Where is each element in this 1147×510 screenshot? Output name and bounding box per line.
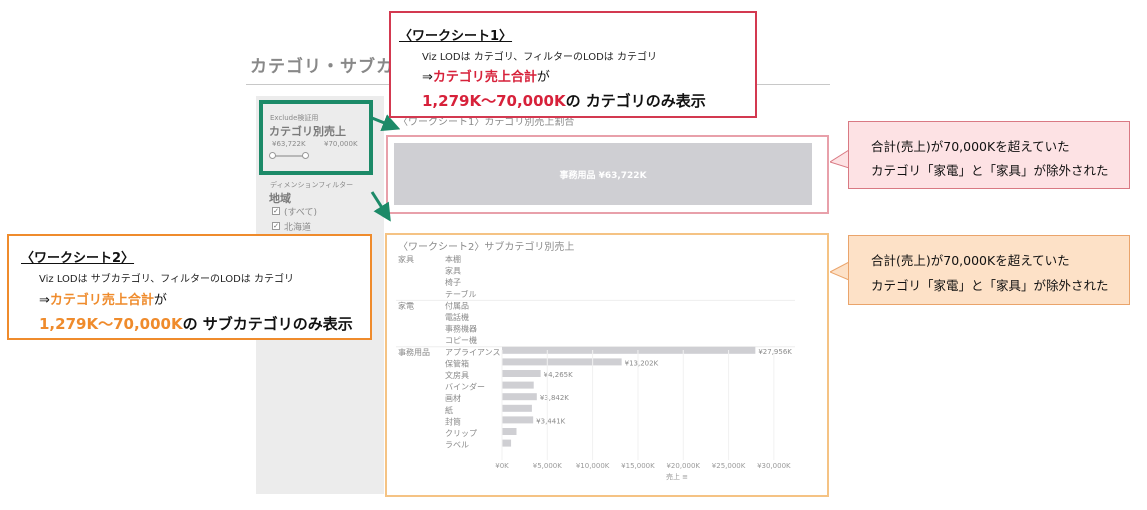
bar (502, 381, 534, 389)
callout2-lod-line: Viz LODは サブカテゴリ、フィルターのLODは カテゴリ (39, 274, 294, 285)
subcategory-label: バインダー (445, 382, 485, 392)
x-tick-label: ¥5,000K (533, 462, 562, 470)
callout2-title: 〈ワークシート2〉 (21, 251, 135, 266)
subcategory-label: 紙 (445, 405, 453, 415)
note1-line2: カテゴリ「家電」と「家具」が除外された (871, 163, 1109, 178)
subcategory-label: コピー機 (445, 335, 477, 345)
connector-arrows (370, 114, 400, 222)
subcategory-label: 事務機器 (445, 324, 477, 334)
dashboard-title: カテゴリ・サブカ (250, 57, 394, 77)
note-excluded-ws1: 合計(売上)が70,000Kを超えていた カテゴリ「家電」と「家具」が除外された (848, 121, 1130, 189)
bar (502, 439, 512, 447)
x-tick-label: ¥0K (495, 462, 509, 470)
callout-worksheet1: 〈ワークシート1〉 Viz LODは カテゴリ、フィルターのLODは カテゴリ … (389, 11, 757, 118)
callout1-range: 1,279K～70,000K (422, 92, 566, 110)
callout1-title: 〈ワークシート1〉 (399, 29, 513, 44)
bar-value-label: ¥3,441K (536, 417, 565, 425)
subcategory-label: テーブル (445, 289, 477, 299)
arrow-glyph: ⇒ (39, 293, 50, 308)
note2-pointer (830, 262, 850, 281)
subcategory-label: 椅子 (445, 277, 461, 287)
callout1-highlight: カテゴリ売上合計 (432, 70, 537, 85)
subcategory-label: 文房具 (445, 370, 469, 380)
checkbox-all-label: (すべて) (284, 208, 318, 218)
bar-value-label: ¥27,956K (758, 348, 792, 356)
subcategory-label: 電話機 (445, 312, 469, 322)
callout-worksheet2: 〈ワークシート2〉 Viz LODは サブカテゴリ、フィルターのLODは カテゴ… (7, 234, 372, 340)
bar (502, 393, 537, 401)
dimension-filter-caption: ディメンションフィルター (270, 181, 354, 189)
subcategory-label: ラベル (445, 441, 469, 450)
x-tick-label: ¥15,000K (621, 462, 655, 470)
bar (502, 428, 517, 435)
arrow-glyph: ⇒ (422, 70, 433, 85)
x-tick-label: ¥10,000K (576, 462, 610, 470)
callout1-result-line: ⇒カテゴリ売上合計が (422, 66, 550, 85)
checkbox-hokkaido-label: 北海道 (284, 223, 312, 233)
bar (502, 416, 534, 424)
category-label: 事務用品 (398, 347, 430, 357)
note-excluded-ws2: 合計(売上)が70,000Kを超えていた カテゴリ「家電」と「家具」が除外された (848, 235, 1130, 305)
bar-value-label: ¥4,265K (544, 371, 573, 379)
callout1-suffix: が (536, 70, 550, 85)
note2-line1: 合計(売上)が70,000Kを超えていた (871, 253, 1070, 268)
note2-line2: カテゴリ「家電」と「家具」が除外された (871, 278, 1109, 293)
note1-pointer (830, 150, 850, 169)
bar (502, 404, 532, 412)
x-tick-label: ¥30,000K (757, 462, 791, 470)
callout2-result-line: ⇒カテゴリ売上合計が (39, 289, 167, 308)
callout1-range-suffix: の カテゴリのみ表示 (565, 92, 706, 110)
checkbox-all[interactable]: ✓ (272, 207, 280, 215)
callout2-range-suffix: の サブカテゴリのみ表示 (182, 315, 353, 333)
x-axis-label: 売上 ≡ (666, 472, 688, 481)
callout2-suffix: が (153, 293, 167, 308)
checkbox-hokkaido[interactable]: ✓ (272, 222, 280, 230)
subcategory-label: 封筒 (445, 416, 461, 426)
callout1-range-line: 1,279K～70,000Kの カテゴリのみ表示 (422, 90, 706, 111)
bar (502, 370, 541, 377)
callout2-range: 1,279K～70,000K (39, 315, 183, 333)
subcategory-label: アプライアンス (445, 348, 501, 357)
arrow-to-ws2 (370, 191, 391, 222)
filter-highlight-frame (259, 100, 373, 175)
subcategory-label: 家具 (445, 266, 461, 276)
callout1-lod-line: Viz LODは カテゴリ、フィルターのLODは カテゴリ (422, 52, 657, 63)
dimension-filter-title: 地域 (269, 192, 291, 205)
subcategory-label: 本棚 (445, 254, 461, 264)
arrow-to-ws1 (371, 114, 400, 132)
subcategory-label: 画材 (445, 393, 461, 403)
note1-line1: 合計(売上)が70,000Kを超えていた (871, 139, 1070, 154)
bar (502, 358, 622, 366)
subcategory-label: クリップ (445, 429, 477, 438)
bar-value-label: ¥3,842K (540, 394, 569, 402)
x-tick-label: ¥25,000K (712, 462, 746, 470)
category-label: 家電 (398, 300, 414, 310)
category-label: 家具 (398, 254, 414, 264)
bar (502, 346, 756, 354)
callout2-range-line: 1,279K～70,000Kの サブカテゴリのみ表示 (39, 313, 353, 334)
ws2-bar-chart: 家具 本棚家具椅子テーブル家電 付属品電話機事務機器コピー機事務用品 アプライアンス ¥… (396, 254, 795, 481)
subcategory-label: 保管箱 (445, 358, 469, 368)
subcategory-label: 付属品 (445, 300, 469, 310)
bar-value-label: ¥13,202K (625, 359, 659, 367)
callout2-highlight: カテゴリ売上合計 (49, 293, 154, 308)
ws1-bar-label: 事務用品 ¥63,722K (559, 171, 647, 181)
x-tick-label: ¥20,000K (666, 462, 700, 470)
